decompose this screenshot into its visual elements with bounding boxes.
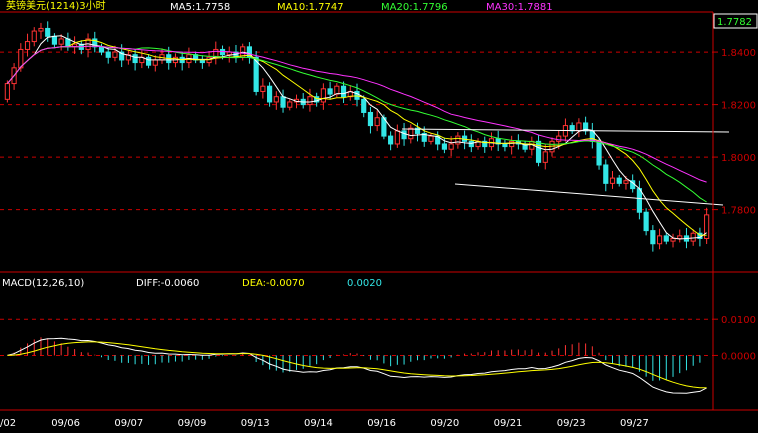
candle-body-up [670, 237, 676, 242]
candle-body-up [260, 85, 266, 92]
macd-diff: DIFF:-0.0060 [136, 278, 199, 289]
candle-body-up [273, 96, 279, 103]
candle-body-down [367, 111, 374, 127]
macd-tick-label: 0.0000 [721, 351, 756, 362]
macd-value: 0.0020 [347, 278, 382, 289]
candle-body-down [267, 85, 273, 103]
candle-body-up [408, 127, 414, 140]
candle-body-up [320, 88, 326, 103]
candle-body-up [287, 101, 293, 108]
macd-tick-label: 0.0100 [721, 315, 756, 326]
date-label: 09/13 [241, 418, 270, 429]
candle-body-up [623, 180, 629, 184]
candle-body-down [51, 35, 58, 45]
date-label: 09/14 [304, 418, 333, 429]
candle-body-down [468, 140, 474, 148]
candle-body-down [596, 140, 602, 166]
candle-body-down [535, 140, 542, 163]
candle-body-up [112, 51, 118, 58]
candle-body-down [663, 235, 669, 242]
ma30-value: MA30:1.7881 [486, 2, 553, 13]
candle-body-up [609, 177, 616, 184]
candle-body-down [105, 51, 111, 58]
date-label: /02 [0, 418, 16, 429]
price-tick-label: 1.7800 [721, 206, 756, 217]
candle-body-down [145, 56, 152, 66]
ma20-value: MA20:1.7796 [381, 2, 448, 13]
candle-body-up [690, 232, 696, 242]
candle-body-up [448, 143, 454, 150]
candle-body-up [509, 140, 515, 148]
date-label: 09/06 [51, 418, 80, 429]
candle-body-down [441, 143, 447, 150]
ma5-value: MA5:1.7758 [170, 2, 230, 13]
ma10-value: MA10:1.7747 [277, 2, 344, 13]
candle-body-down [98, 46, 105, 53]
candle-body-down [636, 188, 642, 213]
candle-body-down [361, 98, 367, 113]
candle-body-up [334, 85, 340, 95]
candle-body-up [576, 122, 582, 132]
macd-label: MACD(12,26,10) [2, 278, 84, 289]
candle-body-up [656, 235, 663, 245]
candle-body-down [219, 48, 226, 56]
date-label: 09/20 [430, 418, 459, 429]
candle-body-up [677, 235, 683, 239]
candle-body-down [388, 135, 394, 145]
candle-body-up [152, 59, 158, 66]
candle-body-down [616, 177, 622, 184]
chart-title: 英镑美元(1214)3小时 [6, 0, 106, 12]
candle-body-up [428, 135, 434, 142]
price-tick-label: 1.8200 [721, 101, 756, 112]
candle-body-up [556, 135, 562, 142]
date-label: 09/07 [114, 418, 143, 429]
candle-body-up [455, 135, 461, 145]
candle-body-down [327, 88, 333, 95]
candle-body-down [340, 85, 347, 98]
price-tick-label: 1.8000 [721, 153, 756, 164]
candle-body-up [374, 117, 380, 127]
price-tick-label: 1.8400 [721, 48, 756, 59]
candle-body-up [31, 30, 37, 43]
date-label: 09/21 [494, 418, 523, 429]
candle-body-down [401, 130, 407, 140]
candle-body-down [643, 211, 649, 232]
macd-dea: DEA:-0.0070 [242, 278, 305, 289]
candlestick-chart: 英镑美元(1214)3小时 MA5:1.7758 MA10:1.7747 MA2… [0, 0, 758, 433]
date-label: 09/09 [178, 418, 207, 429]
date-label: 09/16 [367, 418, 396, 429]
candle-body-up [58, 38, 64, 45]
candle-body-down [650, 230, 656, 245]
candle-body-down [280, 96, 286, 108]
candle-body-up [38, 27, 44, 32]
candle-body-up [542, 151, 548, 163]
date-label: 09/23 [557, 418, 586, 429]
candle-body-down [199, 59, 205, 64]
candle-body-up [307, 96, 313, 106]
candle-body-up [394, 130, 400, 145]
candle-body-down [502, 143, 508, 148]
candle-body-up [4, 83, 10, 100]
candle-body-down [603, 164, 609, 184]
candle-body-down [132, 54, 138, 64]
date-label: 09/27 [620, 418, 649, 429]
candle-body-up [24, 41, 31, 50]
candle-body-down [45, 27, 51, 37]
last-price: 1.7782 [717, 17, 752, 28]
